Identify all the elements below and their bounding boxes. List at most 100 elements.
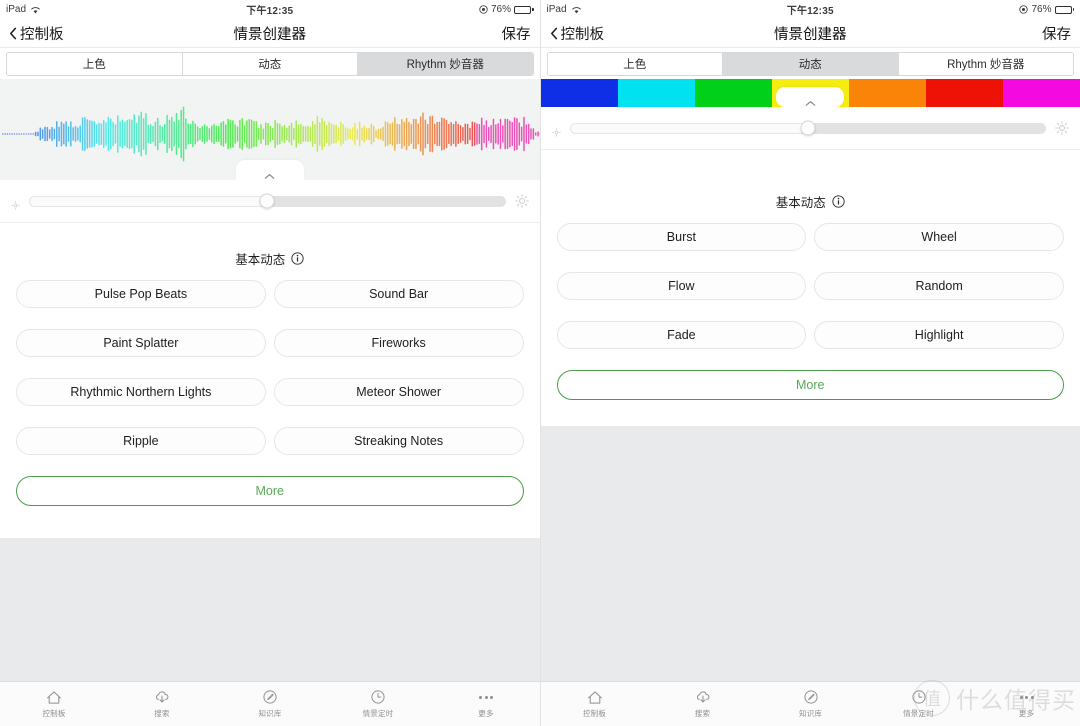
tab-bar-item[interactable]: 搜索 <box>649 689 757 719</box>
brightness-slider-row-right <box>540 107 1080 150</box>
tab-bar-label: 情景定时 <box>362 709 394 718</box>
home-icon <box>587 689 603 705</box>
home-icon <box>46 689 62 705</box>
option-button[interactable]: Meteor Shower <box>273 378 524 406</box>
back-button[interactable]: 控制板 <box>550 23 604 44</box>
tab-bar-item[interactable]: 知识库 <box>757 689 865 719</box>
sun-small-icon <box>11 197 20 210</box>
back-label: 控制板 <box>20 26 64 43</box>
audio-waveform-preview[interactable] <box>0 79 540 180</box>
tab-bar-item[interactable]: 控制板 <box>0 689 108 719</box>
chevron-up-icon <box>264 167 275 179</box>
option-button[interactable]: Streaking Notes <box>273 427 524 455</box>
tab-dynamic[interactable]: 动态 <box>182 53 358 75</box>
status-bar-left: iPad 下午12:35 76% <box>0 0 540 19</box>
page-background-left <box>0 538 540 698</box>
tab-rhythm[interactable]: Rhythm 妙音器 <box>358 53 533 75</box>
brightness-slider-knob-left[interactable] <box>259 193 275 209</box>
location-icon <box>479 5 488 14</box>
status-bar-time: 下午12:35 <box>786 6 834 17</box>
page-background-right <box>540 426 1080 686</box>
segmented-control-wrap-left: 上色 动态 Rhythm 妙音器 <box>0 48 540 79</box>
more-wrap-right: More <box>540 370 1080 400</box>
option-button[interactable]: Sound Bar <box>273 280 524 308</box>
tab-bar-label: 更多 <box>478 709 494 718</box>
brightness-slider-left[interactable] <box>29 193 506 209</box>
sun-small-icon <box>551 124 561 137</box>
tab-bar-item[interactable]: 更多 <box>432 689 540 719</box>
section-title: 基本动态 <box>235 253 286 267</box>
color-swatch[interactable] <box>848 79 926 107</box>
battery-percent: 76% <box>1031 4 1052 15</box>
tab-rhythm[interactable]: Rhythm 妙音器 <box>898 53 1073 75</box>
spacer-left <box>0 506 540 538</box>
segmented-control-right: 上色 动态 Rhythm 妙音器 <box>546 52 1074 76</box>
brightness-slider-knob-right[interactable] <box>800 120 816 136</box>
brightness-slider-right[interactable] <box>569 120 1046 136</box>
save-button[interactable]: 保存 <box>1042 23 1071 44</box>
tab-dynamic[interactable]: 动态 <box>723 53 899 75</box>
sun-large-icon <box>1055 121 1069 135</box>
more-dots-icon <box>479 689 493 705</box>
battery-icon <box>514 5 534 14</box>
info-icon[interactable] <box>832 195 845 208</box>
option-button[interactable]: Paint Splatter <box>16 329 266 357</box>
tab-bar-item[interactable]: 知识库 <box>216 689 324 719</box>
clock-icon <box>911 689 927 705</box>
save-button[interactable]: 保存 <box>502 23 531 44</box>
more-button-left[interactable]: More <box>16 476 524 506</box>
tab-bar-item[interactable]: 情景定时 <box>324 689 432 719</box>
tab-color[interactable]: 上色 <box>7 53 183 75</box>
color-swatch[interactable] <box>1002 79 1080 107</box>
segmented-control-wrap-right: 上色 动态 Rhythm 妙音器 <box>540 48 1080 79</box>
tab-bar-label: 搜索 <box>694 709 711 718</box>
tab-bar-item[interactable]: 搜索 <box>108 689 216 719</box>
tab-bar-item[interactable]: 情景定时 <box>865 689 973 719</box>
color-swatch[interactable] <box>617 79 695 107</box>
option-button[interactable]: Fireworks <box>273 329 524 357</box>
more-button-right[interactable]: More <box>556 370 1064 400</box>
segmented-control-left: 上色 动态 Rhythm 妙音器 <box>6 52 534 76</box>
option-button[interactable]: Ripple <box>16 427 266 455</box>
compass-pen-icon <box>262 689 278 705</box>
dynamic-options-grid-right: Burst Wheel Flow Random Fade Highlight <box>540 217 1080 370</box>
expand-preview-tab-left[interactable] <box>235 160 304 180</box>
back-button[interactable]: 控制板 <box>9 23 64 44</box>
option-button[interactable]: Pulse Pop Beats <box>16 280 266 308</box>
expand-preview-tab-right[interactable] <box>776 87 845 107</box>
cloud-download-icon <box>154 689 170 705</box>
tab-bar-label: 更多 <box>1018 709 1035 718</box>
dynamic-options-grid-left: Pulse Pop Beats Sound Bar Paint Splatter Fi… <box>0 274 540 476</box>
option-button[interactable]: Flow <box>556 272 807 300</box>
cloud-download-icon <box>695 689 711 705</box>
chevron-up-icon <box>805 94 816 106</box>
tab-bar-label: 搜索 <box>154 709 170 718</box>
option-button[interactable]: Wheel <box>814 223 1064 251</box>
bottom-tab-bar-right: 控制板 搜索 知识库 情景定时 更多 <box>540 681 1080 726</box>
color-swatch[interactable] <box>694 79 772 107</box>
option-button[interactable]: Rhythmic Northern Lights <box>16 378 266 406</box>
status-bar-time: 下午12:35 <box>246 6 294 17</box>
option-button[interactable]: Fade <box>556 321 807 349</box>
location-icon <box>1019 5 1029 14</box>
option-button[interactable]: Random <box>814 272 1064 300</box>
section-title: 基本动态 <box>775 196 826 210</box>
color-swatch[interactable] <box>925 79 1003 107</box>
tab-bar-item[interactable]: 控制板 <box>541 689 649 719</box>
tab-bar-item[interactable]: 更多 <box>973 689 1080 719</box>
info-icon[interactable] <box>291 252 304 265</box>
tab-bar-label: 知识库 <box>258 709 282 718</box>
more-dots-icon <box>1019 689 1034 705</box>
dual-screenshot-container: iPad 下午12:35 76% 控制板 情景创建器 保存 上色 动态 Rhyt… <box>0 0 1080 726</box>
tab-bar-label: 控制板 <box>42 709 66 718</box>
tab-bar-label: 情景定时 <box>903 709 934 718</box>
more-wrap-left: More <box>0 476 540 506</box>
color-strip-preview[interactable] <box>540 79 1080 107</box>
page-title: 情景创建器 <box>774 26 847 43</box>
option-button[interactable]: Burst <box>556 223 807 251</box>
section-heading-left: 基本动态 <box>0 223 540 274</box>
clock-icon <box>370 689 386 705</box>
tab-color[interactable]: 上色 <box>547 53 723 75</box>
color-swatch[interactable] <box>540 79 618 107</box>
option-button[interactable]: Highlight <box>814 321 1064 349</box>
